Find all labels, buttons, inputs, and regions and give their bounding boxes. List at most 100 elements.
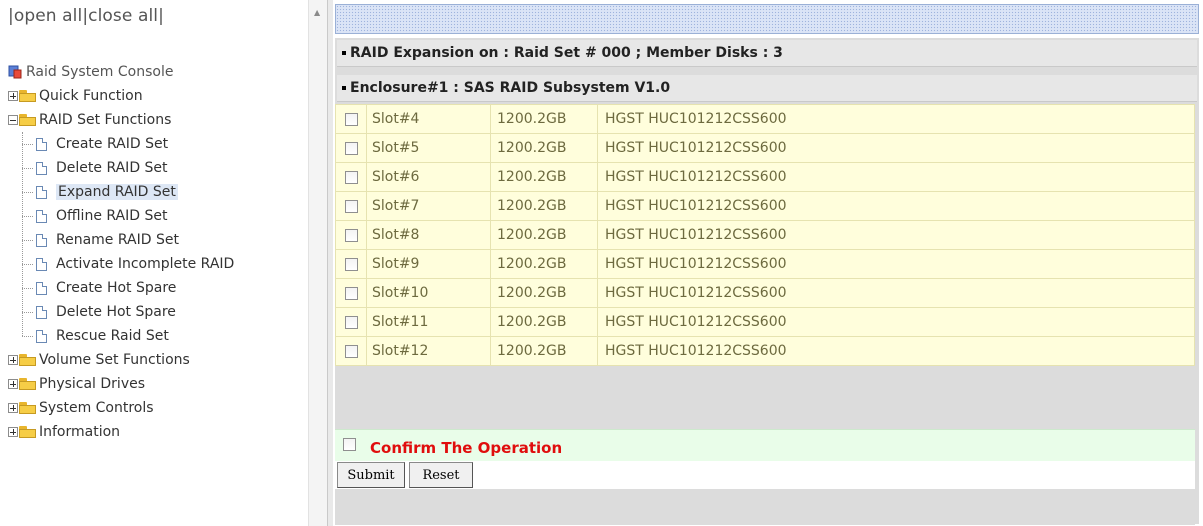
capacity-cell: 1200.2GB: [490, 191, 598, 221]
slot-cell: Slot#6: [366, 162, 491, 192]
close-all-link[interactable]: close all: [88, 6, 158, 26]
nav-item-label-selected: Expand RAID Set: [56, 184, 178, 200]
collapse-minus-icon[interactable]: [8, 115, 18, 125]
nav-item-rescue-raid-set[interactable]: Rescue Raid Set: [8, 324, 234, 348]
slot-cell: Slot#7: [366, 191, 491, 221]
capacity-cell: 1200.2GB: [490, 104, 598, 134]
page-icon: [36, 161, 47, 175]
page-icon: [36, 305, 47, 319]
nav-item-delete-raid-set[interactable]: Delete RAID Set: [8, 156, 234, 180]
nav-item-label: Delete Hot Spare: [56, 304, 176, 320]
bullet-icon: [342, 51, 346, 55]
capacity-cell: 1200.2GB: [490, 278, 598, 308]
nav-item-label: Rescue Raid Set: [56, 328, 169, 344]
folder-icon: [19, 426, 36, 438]
tree-group-quick-function[interactable]: Quick Function: [8, 84, 234, 108]
tree-group-information[interactable]: Information: [8, 420, 234, 444]
table-row: Slot#4 1200.2GB HGST HUC101212CSS600: [335, 104, 1195, 134]
disk-checkbox-cell: [335, 336, 367, 366]
capacity-cell: 1200.2GB: [490, 162, 598, 192]
confirm-label: Confirm The Operation: [370, 439, 563, 457]
tree-group-volume-set-functions[interactable]: Volume Set Functions: [8, 348, 234, 372]
nav-item-label: Create Hot Spare: [56, 280, 177, 296]
table-row: Slot#5 1200.2GB HGST HUC101212CSS600: [335, 133, 1195, 163]
disk-checkbox[interactable]: [344, 286, 358, 300]
table-row: Slot#7 1200.2GB HGST HUC101212CSS600: [335, 191, 1195, 221]
expand-plus-icon[interactable]: [8, 379, 18, 389]
nav-item-offline-raid-set[interactable]: Offline RAID Set: [8, 204, 234, 228]
disk-checkbox[interactable]: [344, 257, 358, 271]
scroll-up-arrow-icon[interactable]: ▲: [314, 8, 320, 17]
reset-button[interactable]: Reset: [409, 462, 473, 488]
group-label: Quick Function: [39, 88, 143, 104]
disk-checkbox-cell: [335, 162, 367, 192]
folder-icon: [19, 354, 36, 366]
nav-item-expand-raid-set[interactable]: Expand RAID Set: [8, 180, 234, 204]
disk-checkbox[interactable]: [344, 228, 358, 242]
group-label: System Controls: [39, 400, 154, 416]
disk-checkbox[interactable]: [344, 315, 358, 329]
expansion-header-text: RAID Expansion on : Raid Set # 000 ; Mem…: [350, 45, 783, 61]
disk-checkbox-cell: [335, 133, 367, 163]
nav-item-rename-raid-set[interactable]: Rename RAID Set: [8, 228, 234, 252]
page-icon: [36, 233, 47, 247]
folder-icon: [19, 378, 36, 390]
nav-item-create-hot-spare[interactable]: Create Hot Spare: [8, 276, 234, 300]
table-row: Slot#11 1200.2GB HGST HUC101212CSS600: [335, 307, 1195, 337]
table-row: Slot#8 1200.2GB HGST HUC101212CSS600: [335, 220, 1195, 250]
expand-plus-icon[interactable]: [8, 403, 18, 413]
disk-checkbox-cell: [335, 220, 367, 250]
group-label: Volume Set Functions: [39, 352, 190, 368]
capacity-cell: 1200.2GB: [490, 133, 598, 163]
disk-checkbox[interactable]: [344, 344, 358, 358]
nav-item-label: Offline RAID Set: [56, 208, 168, 224]
submit-button[interactable]: Submit: [337, 462, 405, 488]
model-cell: HGST HUC101212CSS600: [597, 249, 1195, 279]
capacity-cell: 1200.2GB: [490, 220, 598, 250]
tree-group-system-controls[interactable]: System Controls: [8, 396, 234, 420]
nav-item-delete-hot-spare[interactable]: Delete Hot Spare: [8, 300, 234, 324]
expansion-header: RAID Expansion on : Raid Set # 000 ; Mem…: [337, 40, 1197, 67]
table-row: Slot#10 1200.2GB HGST HUC101212CSS600: [335, 278, 1195, 308]
nav-item-label: Rename RAID Set: [56, 232, 179, 248]
model-cell: HGST HUC101212CSS600: [597, 162, 1195, 192]
model-cell: HGST HUC101212CSS600: [597, 104, 1195, 134]
open-all-link[interactable]: open all: [14, 6, 83, 26]
disk-checkbox-cell: [335, 249, 367, 279]
disk-checkbox-cell: [335, 104, 367, 134]
tree-root-console[interactable]: Raid System Console: [8, 60, 234, 84]
console-label: Raid System Console: [26, 64, 174, 80]
disk-checkbox[interactable]: [344, 199, 358, 213]
expand-plus-icon[interactable]: [8, 355, 18, 365]
confirm-row: Confirm The Operation: [335, 429, 1195, 462]
group-label: Information: [39, 424, 121, 440]
disk-table: Slot#4 1200.2GB HGST HUC101212CSS600 Slot#…: [335, 104, 1195, 366]
table-row: Slot#12 1200.2GB HGST HUC101212CSS600: [335, 336, 1195, 366]
nav-item-activate-incomplete-raid[interactable]: Activate Incomplete RAID: [8, 252, 234, 276]
disk-checkbox[interactable]: [344, 141, 358, 155]
tree-group-physical-drives[interactable]: Physical Drives: [8, 372, 234, 396]
table-row: Slot#6 1200.2GB HGST HUC101212CSS600: [335, 162, 1195, 192]
confirm-checkbox[interactable]: [343, 438, 356, 451]
console-icon: [8, 65, 22, 79]
disk-checkbox-cell: [335, 191, 367, 221]
page-icon: [36, 209, 47, 223]
slot-cell: Slot#12: [366, 336, 491, 366]
content-frame: RAID Expansion on : Raid Set # 000 ; Mem…: [333, 0, 1203, 526]
expand-plus-icon[interactable]: [8, 91, 18, 101]
bullet-icon: [342, 86, 346, 90]
tree-group-raid-set-functions[interactable]: RAID Set Functions: [8, 108, 234, 132]
open-folder-icon: [19, 114, 36, 126]
capacity-cell: 1200.2GB: [490, 336, 598, 366]
disk-checkbox[interactable]: [344, 112, 358, 126]
disk-checkbox[interactable]: [344, 170, 358, 184]
nav-scrollbar[interactable]: ▲: [308, 0, 328, 526]
nav-item-label: Create RAID Set: [56, 136, 169, 152]
enclosure-header: Enclosure#1 : SAS RAID Subsystem V1.0: [337, 75, 1197, 102]
top-banner: [335, 4, 1199, 34]
expand-plus-icon[interactable]: [8, 427, 18, 437]
nav-item-create-raid-set[interactable]: Create RAID Set: [8, 132, 234, 156]
capacity-cell: 1200.2GB: [490, 249, 598, 279]
page-icon: [36, 329, 47, 343]
table-spacer: [335, 407, 1195, 429]
